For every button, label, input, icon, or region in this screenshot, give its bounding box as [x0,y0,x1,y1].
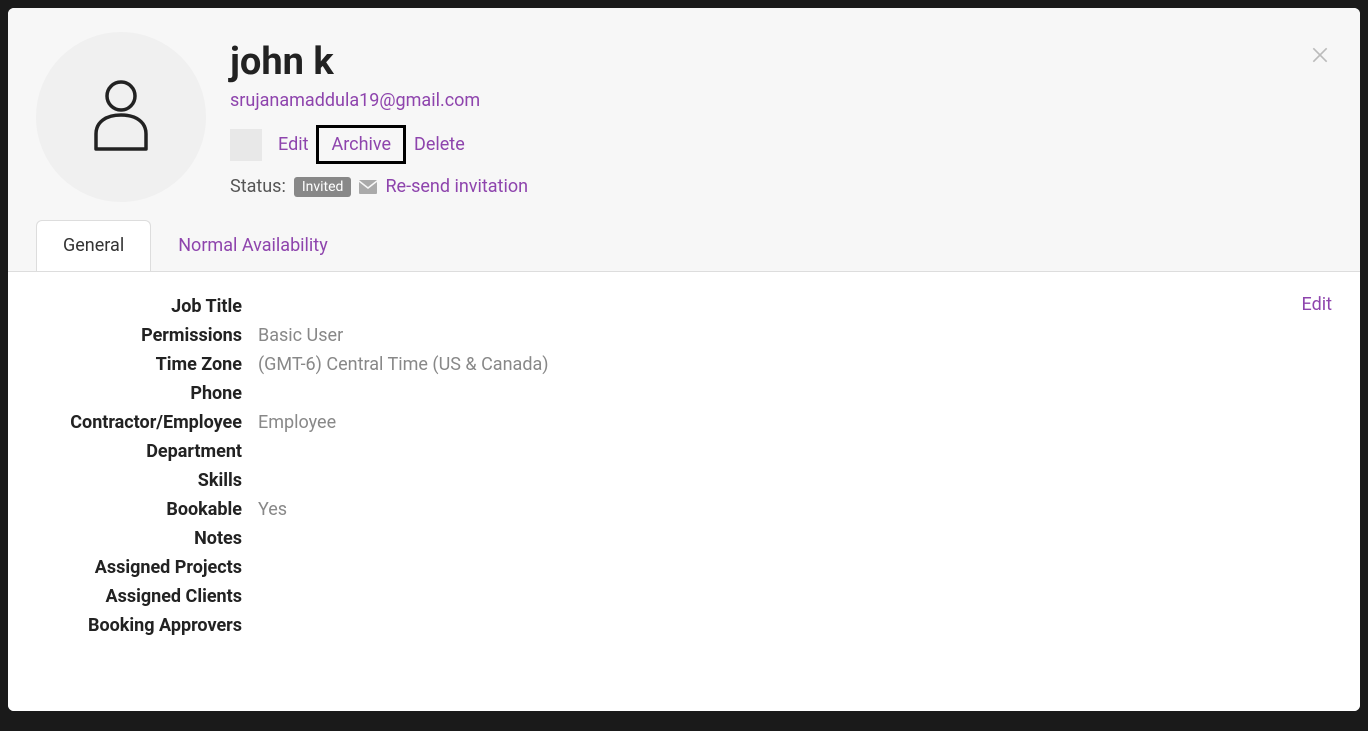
user-email[interactable]: srujanamaddula19@gmail.com [230,90,528,111]
field-label: Assigned Projects [36,557,242,578]
field-label: Contractor/Employee [36,412,242,433]
user-details-modal: john k srujanamaddula19@gmail.com Edit A… [8,8,1360,711]
field-value: (GMT-6) Central Time (US & Canada) [258,354,549,375]
field-label: Job Title [36,296,242,317]
close-icon [1310,45,1330,68]
tab-general[interactable]: General [36,220,151,272]
status-label: Status: [230,176,286,197]
field-value: Yes [258,499,287,520]
field-value: Employee [258,412,336,433]
field-bookable: Bookable Yes [36,499,1332,520]
status-row: Status: Invited Re-send invitation [230,176,528,197]
envelope-icon [359,180,377,194]
field-label: Permissions [36,325,242,346]
modal-body: Edit Job Title Permissions Basic User Ti… [8,271,1360,711]
tabs: General Normal Availability [36,220,1332,271]
status-badge: Invited [294,177,352,197]
field-label: Booking Approvers [36,615,242,636]
field-label: Assigned Clients [36,586,242,607]
modal-header: john k srujanamaddula19@gmail.com Edit A… [8,8,1360,271]
action-links: Edit Archive Delete [230,125,528,164]
archive-link[interactable]: Archive [316,125,406,164]
field-phone: Phone [36,383,1332,404]
delete-link[interactable]: Delete [414,134,465,155]
field-skills: Skills [36,470,1332,491]
tab-normal-availability[interactable]: Normal Availability [151,220,355,271]
field-job-title: Job Title [36,296,1332,317]
edit-link[interactable]: Edit [278,134,308,155]
person-icon [90,79,152,155]
field-list: Job Title Permissions Basic User Time Zo… [36,296,1332,636]
field-value: Basic User [258,325,343,346]
body-edit-link[interactable]: Edit [1302,294,1332,315]
action-icon-placeholder [230,129,262,161]
user-name: john k [230,40,528,84]
field-label: Bookable [36,499,242,520]
field-assigned-clients: Assigned Clients [36,586,1332,607]
field-time-zone: Time Zone (GMT-6) Central Time (US & Can… [36,354,1332,375]
field-label: Department [36,441,242,462]
close-button[interactable] [1308,44,1332,68]
field-label: Notes [36,528,242,549]
field-permissions: Permissions Basic User [36,325,1332,346]
field-contractor-employee: Contractor/Employee Employee [36,412,1332,433]
field-department: Department [36,441,1332,462]
field-label: Phone [36,383,242,404]
field-booking-approvers: Booking Approvers [36,615,1332,636]
field-assigned-projects: Assigned Projects [36,557,1332,578]
avatar [36,32,206,202]
field-label: Skills [36,470,242,491]
resend-invitation-link[interactable]: Re-send invitation [385,176,528,197]
field-label: Time Zone [36,354,242,375]
field-notes: Notes [36,528,1332,549]
user-info: john k srujanamaddula19@gmail.com Edit A… [230,32,528,197]
